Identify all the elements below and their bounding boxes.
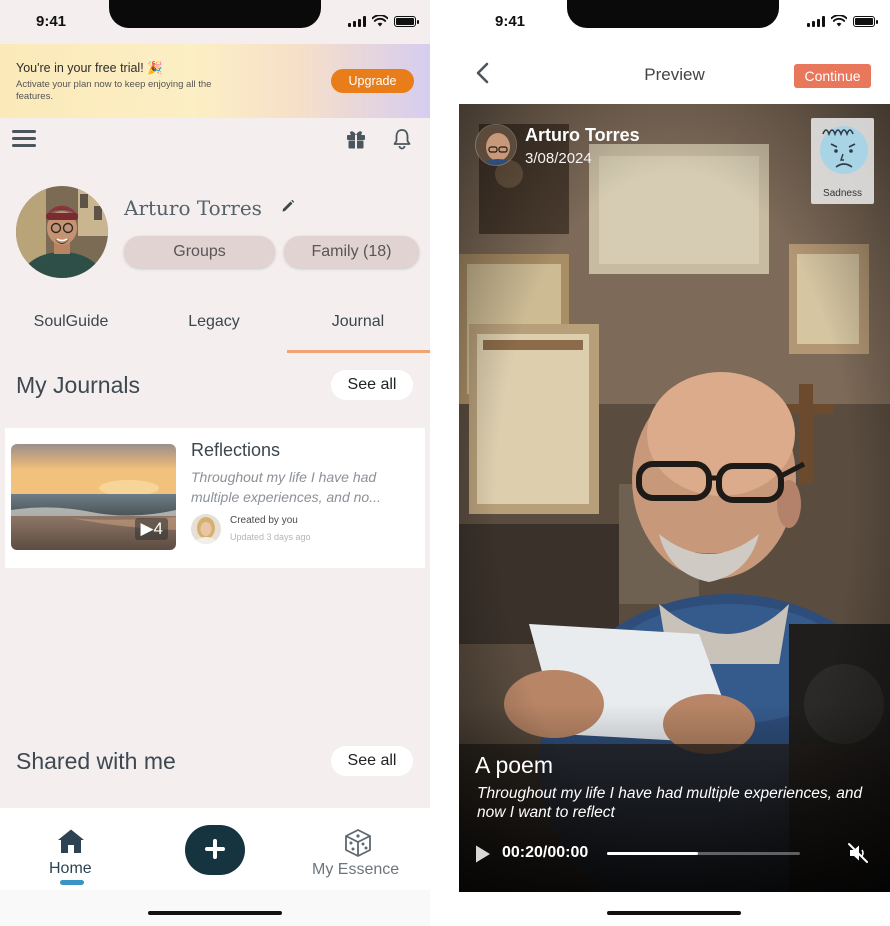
mute-speaker-icon[interactable]: [847, 842, 869, 864]
status-bar-right: 9:41: [459, 0, 890, 44]
video-author-name: Arturo Torres: [525, 125, 640, 145]
device-notch: [109, 0, 321, 28]
wifi-icon: [372, 15, 388, 27]
home-screen: 9:41 You're in your free trial! 🎉 Activa…: [0, 0, 430, 926]
battery-icon: [853, 15, 878, 27]
cellular-signal-icon: [807, 15, 825, 27]
tab-soulguide[interactable]: SoulGuide: [0, 313, 142, 331]
bell-icon[interactable]: [392, 128, 412, 150]
wifi-icon: [831, 15, 847, 27]
gift-icon[interactable]: [345, 128, 367, 150]
journal-description: Throughout my life I have had multiple e…: [191, 469, 381, 505]
sad-face-icon: [820, 126, 868, 174]
emotion-label: Sadness: [823, 188, 862, 199]
status-icons-right: [807, 15, 878, 27]
play-icon[interactable]: [474, 844, 492, 864]
essence-cube-icon[interactable]: [343, 828, 373, 858]
continue-button[interactable]: Continue: [794, 64, 871, 88]
family-button[interactable]: Family (18): [284, 236, 419, 268]
journal-card[interactable]: ▶4 Reflections Throughout my life I have…: [5, 428, 425, 568]
home-indicator-right: [607, 911, 741, 915]
author-avatar: [475, 124, 517, 166]
create-button[interactable]: [185, 825, 245, 875]
cellular-signal-icon: [348, 15, 366, 27]
creator-avatar: [191, 514, 221, 544]
nav-active-indicator: [60, 880, 84, 885]
video-timecode: 00:20/00:00: [502, 844, 589, 861]
home-bar-area: [0, 890, 430, 926]
nav-essence-label[interactable]: My Essence: [312, 861, 399, 879]
profile-avatar[interactable]: [16, 186, 108, 278]
journal-title: Reflections: [191, 440, 281, 460]
status-bar: 9:41: [0, 0, 430, 44]
my-journals-see-all-button[interactable]: See all: [331, 370, 413, 400]
free-trial-banner: You're in your free trial! 🎉 Activate yo…: [0, 44, 430, 118]
home-indicator: [148, 911, 282, 915]
emotion-badge[interactable]: Sadness: [811, 118, 874, 204]
plus-icon: [205, 838, 225, 859]
active-tab-indicator: [287, 350, 430, 353]
video-progress-bar[interactable]: [607, 852, 800, 855]
my-journals-title: My Journals: [16, 372, 140, 398]
device-notch-right: [567, 0, 779, 28]
video-caption: Throughout my life I have had multiple e…: [477, 785, 863, 821]
profile-name: Arturo Torres: [124, 196, 262, 220]
nav-home-label[interactable]: Home: [49, 860, 92, 878]
menu-icon[interactable]: [12, 130, 36, 148]
video-progress-fill: [607, 852, 698, 855]
groups-button[interactable]: Groups: [124, 236, 275, 268]
bottom-navigation: Home My Essence: [0, 808, 430, 890]
trial-title: You're in your free trial! 🎉: [16, 61, 163, 75]
tab-journal[interactable]: Journal: [287, 313, 429, 331]
video-count-badge: ▶4: [135, 518, 168, 540]
status-icons: [348, 15, 419, 27]
video-count: 4: [153, 519, 163, 538]
tab-legacy[interactable]: Legacy: [143, 313, 285, 331]
video-title: A poem: [475, 752, 553, 778]
preview-screen: 9:41 Preview Continue Arturo Torres 3/08…: [459, 0, 890, 926]
home-icon[interactable]: [57, 828, 85, 854]
created-by-label: Created by you: [230, 515, 298, 526]
status-time: 9:41: [36, 13, 67, 30]
shared-with-me-title: Shared with me: [16, 748, 176, 774]
video-player[interactable]: Arturo Torres 3/08/2024 Sadness A poem T…: [459, 104, 890, 892]
edit-pencil-icon[interactable]: [281, 199, 295, 213]
journal-thumbnail: ▶4: [11, 444, 176, 550]
battery-icon: [394, 15, 419, 27]
trial-subtitle: Activate your plan now to keep enjoying …: [16, 79, 212, 102]
status-time-right: 9:41: [495, 13, 526, 30]
upgrade-button[interactable]: Upgrade: [331, 69, 414, 93]
updated-label: Updated 3 days ago: [230, 532, 311, 542]
video-date: 3/08/2024: [525, 150, 592, 167]
shared-see-all-button[interactable]: See all: [331, 746, 413, 776]
